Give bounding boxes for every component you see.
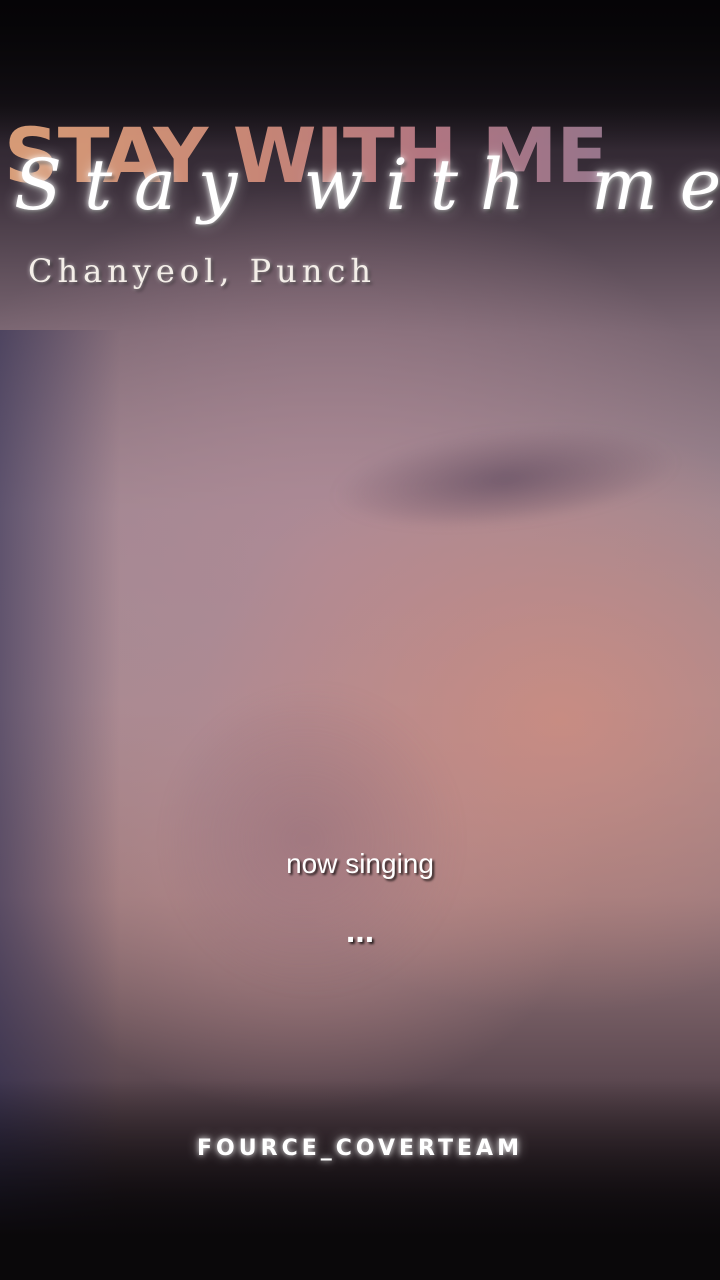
bottom-vignette: [0, 1080, 720, 1280]
watermark-text: FOURCE_COVERTEAM: [197, 1136, 523, 1161]
ellipsis-caption: ...: [345, 912, 375, 950]
now-singing-caption: now singing: [286, 848, 434, 879]
song-title-script: Stay with me: [14, 144, 720, 226]
artist-names: Chanyeol, Punch: [28, 252, 376, 290]
video-frame[interactable]: STAY WITH ME Stay with me Chanyeol, Punc…: [0, 0, 720, 1280]
face-closed-eye: [326, 411, 684, 539]
